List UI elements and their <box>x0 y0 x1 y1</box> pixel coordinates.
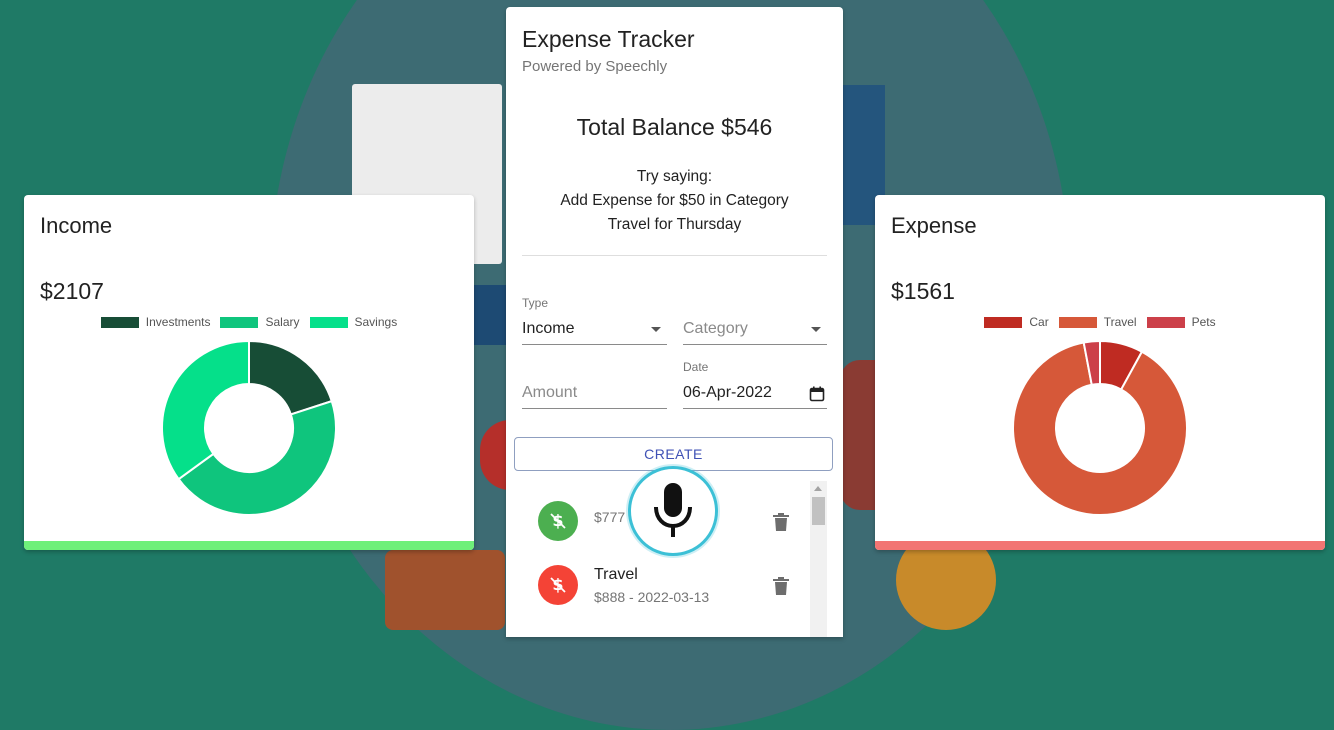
legend-swatch <box>309 316 348 328</box>
category-select[interactable]: Category <box>683 296 827 345</box>
expense-card: Expense $1561 Car Travel Pets <box>875 195 1325 550</box>
hint-line: Travel for Thursday <box>607 216 742 233</box>
transaction-name: Travel <box>594 566 638 583</box>
scroll-thumb[interactable] <box>812 497 825 525</box>
income-amount: $2107 <box>40 278 104 304</box>
legend-swatch <box>220 316 259 328</box>
money-off-icon: $ <box>538 565 578 605</box>
hint-line: Try saying: <box>636 168 713 185</box>
income-card: Income $2107 Investments Salary Savings <box>24 195 474 550</box>
voice-hint: Try saying: Add Expense for $50 in Categ… <box>506 165 843 237</box>
legend-label: Car <box>1029 315 1049 329</box>
type-select[interactable]: Type Income <box>522 296 667 345</box>
divider <box>522 255 827 256</box>
date-input[interactable]: Date 06-Apr-2022 <box>683 360 827 409</box>
money-off-icon: $ <box>538 501 578 541</box>
tracker-subtitle: Powered by Speechly <box>522 58 668 75</box>
total-balance: Total Balance $546 <box>576 114 773 140</box>
amount-input[interactable]: Amount <box>522 360 667 409</box>
category-placeholder: Category <box>683 320 748 337</box>
legend-swatch <box>984 316 1023 328</box>
expense-amount: $1561 <box>891 278 955 304</box>
list-scrollbar[interactable] <box>810 481 827 637</box>
type-label: Type <box>522 296 549 310</box>
legend-item-salary[interactable]: Salary <box>220 315 300 329</box>
legend-swatch <box>100 316 139 328</box>
delete-icon[interactable] <box>773 513 789 531</box>
legend-item-pets[interactable]: Pets <box>1146 315 1216 329</box>
tracker-title: Expense Tracker <box>522 26 695 52</box>
legend-label: Investments <box>145 315 211 329</box>
legend-label: Savings <box>354 315 398 329</box>
chevron-down-icon <box>651 327 661 332</box>
hint-line: Add Expense for $50 in Category <box>560 192 789 209</box>
transaction-detail: $888 - 2022-03-13 <box>594 589 710 605</box>
background-wallet <box>385 550 505 630</box>
date-value: 06-Apr-2022 <box>683 384 772 401</box>
donut-slice-savings[interactable] <box>161 340 250 481</box>
chevron-down-icon <box>811 327 821 332</box>
income-title: Income <box>40 213 113 238</box>
transaction-detail: $777 <box>594 509 626 525</box>
scroll-up-arrow-icon[interactable] <box>814 486 822 491</box>
legend-label: Salary <box>265 315 300 329</box>
expense-title: Expense <box>891 213 977 238</box>
income-legend: Investments Salary Savings <box>24 315 474 329</box>
type-value: Income <box>522 320 575 337</box>
delete-icon[interactable] <box>773 577 789 595</box>
legend-label: Pets <box>1191 315 1216 329</box>
expense-legend: Car Travel Pets <box>875 315 1325 329</box>
legend-item-investments[interactable]: Investments <box>100 315 211 329</box>
legend-item-car[interactable]: Car <box>984 315 1049 329</box>
microphone-icon <box>654 483 692 537</box>
donut-slice-investments[interactable] <box>248 340 334 416</box>
legend-item-savings[interactable]: Savings <box>309 315 398 329</box>
calendar-icon[interactable] <box>809 386 825 402</box>
microphone-button[interactable] <box>628 466 718 556</box>
expense-bottom-bar <box>875 541 1325 550</box>
date-label: Date <box>683 360 709 374</box>
income-bottom-bar <box>24 541 474 550</box>
background-bag <box>840 360 880 510</box>
legend-swatch <box>1058 316 1097 328</box>
income-donut-chart <box>161 340 337 516</box>
legend-item-travel[interactable]: Travel <box>1058 315 1137 329</box>
amount-placeholder: Amount <box>522 384 578 401</box>
legend-label: Travel <box>1103 315 1137 329</box>
legend-swatch <box>1146 316 1185 328</box>
expense-donut-chart <box>1012 340 1188 516</box>
list-item[interactable]: $ Travel $888 - 2022-03-13 <box>514 553 814 613</box>
